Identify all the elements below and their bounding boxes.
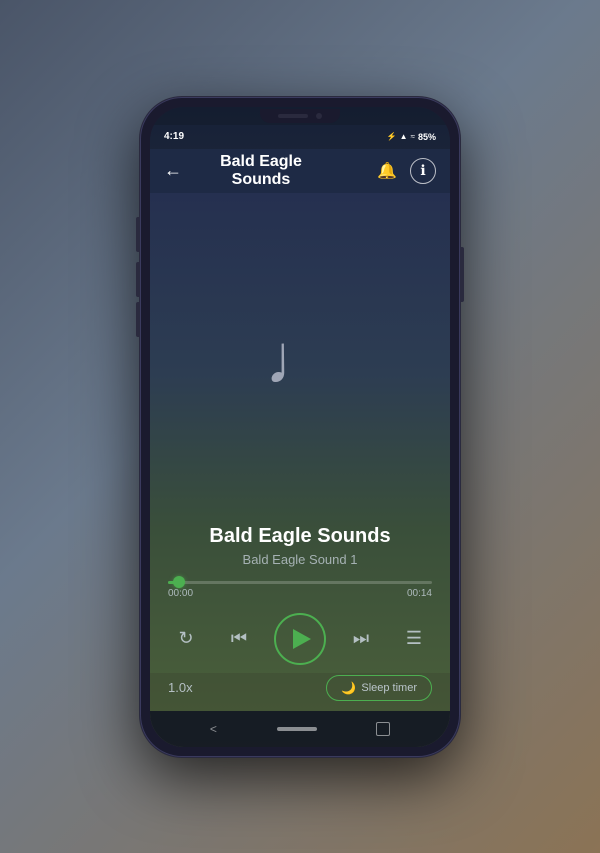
notch-area: [150, 107, 450, 125]
camera: [316, 113, 322, 119]
battery-level: 85%: [418, 132, 436, 142]
controls-section: ↻ ⏮ ⏭ ☰: [150, 605, 450, 673]
navigation-bar: ← Bald Eagle Sounds 🔔 ℹ: [150, 149, 450, 193]
home-nav-icon[interactable]: [277, 727, 317, 731]
progress-times: 00:00 00:14: [168, 588, 432, 599]
music-note-icon: ♩: [265, 324, 335, 394]
notch: [260, 109, 340, 123]
back-button[interactable]: ←: [164, 160, 182, 181]
track-info: Bald Eagle Sounds Bald Eagle Sound 1: [189, 525, 410, 581]
sleep-timer-button[interactable]: 🌙 Sleep timer: [326, 675, 432, 701]
play-button[interactable]: [274, 613, 326, 665]
queue-button[interactable]: ☰: [396, 621, 432, 657]
recents-nav-icon[interactable]: [376, 722, 390, 736]
status-time: 4:19: [164, 131, 184, 142]
speaker: [278, 114, 308, 118]
nav-action-icons: 🔔 ℹ: [374, 158, 436, 184]
phone-bottom-nav: <: [150, 711, 450, 747]
repeat-button[interactable]: ↻: [168, 621, 204, 657]
previous-button[interactable]: ⏮: [221, 621, 257, 657]
notification-bell-icon[interactable]: 🔔: [374, 158, 400, 184]
sleep-timer-label: Sleep timer: [361, 682, 417, 694]
track-subtitle: Bald Eagle Sound 1: [209, 552, 390, 567]
phone-screen: 4:19 ⚡ ▲ ≈ 85% ← Bald Eagle Sounds 🔔 ℹ ♩: [150, 107, 450, 747]
phone-frame: 4:19 ⚡ ▲ ≈ 85% ← Bald Eagle Sounds 🔔 ℹ ♩: [140, 97, 460, 757]
total-time: 00:14: [407, 588, 432, 599]
signal-icon: ▲: [400, 132, 408, 141]
info-icon[interactable]: ℹ: [410, 158, 436, 184]
track-title: Bald Eagle Sounds: [209, 525, 390, 548]
wifi-icon: ≈: [411, 132, 415, 141]
album-art-area: ♩: [265, 193, 335, 525]
bluetooth-icon: ⚡: [387, 132, 397, 141]
page-title: Bald Eagle Sounds: [198, 153, 324, 189]
progress-thumb: [173, 576, 185, 588]
current-time: 00:00: [168, 588, 193, 599]
playback-speed[interactable]: 1.0x: [168, 680, 193, 695]
progress-section: 00:00 00:14: [150, 581, 450, 605]
progress-fill: [168, 581, 179, 584]
main-content: ♩ Bald Eagle Sounds Bald Eagle Sound 1 0…: [150, 193, 450, 711]
status-icons: ⚡ ▲ ≈ 85%: [387, 132, 436, 142]
moon-icon: 🌙: [341, 681, 356, 695]
play-icon: [293, 629, 311, 649]
next-button[interactable]: ⏭: [343, 621, 379, 657]
bottom-section: 1.0x 🌙 Sleep timer: [150, 673, 450, 711]
status-bar: 4:19 ⚡ ▲ ≈ 85%: [150, 125, 450, 149]
progress-bar[interactable]: [168, 581, 432, 584]
back-nav-icon[interactable]: <: [210, 722, 217, 736]
